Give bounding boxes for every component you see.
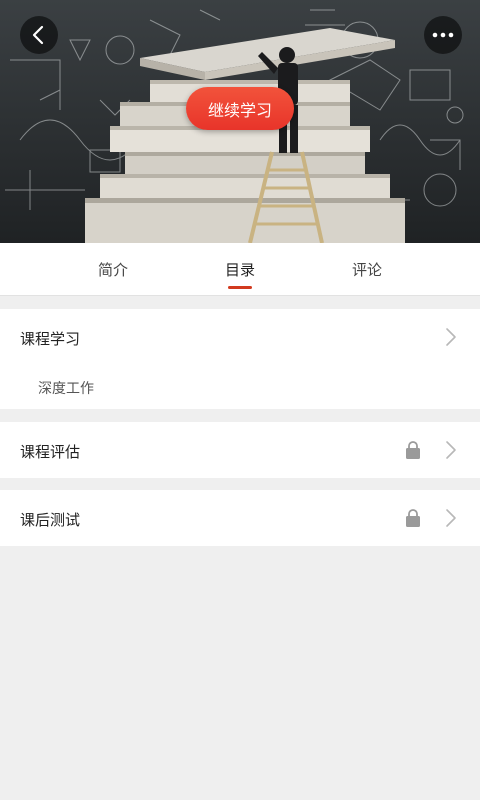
- continue-learning-button[interactable]: 继续学习: [186, 87, 294, 130]
- post-test-title: 课后测试: [20, 511, 81, 529]
- course-study-title: 课程学习: [20, 330, 81, 348]
- lesson-item[interactable]: 深度工作: [0, 365, 480, 409]
- active-tab-indicator: [228, 286, 252, 289]
- post-test-row[interactable]: 课后测试: [0, 490, 480, 546]
- course-study-row[interactable]: 课程学习: [0, 309, 480, 365]
- tab-comments[interactable]: 评论: [317, 243, 417, 295]
- course-cover-banner: 继续学习: [0, 0, 480, 243]
- tab-catalog-label: 目录: [224, 260, 255, 279]
- tab-catalog[interactable]: 目录: [190, 243, 290, 295]
- course-eval-title: 课程评估: [20, 443, 81, 461]
- more-dots-icon: [432, 32, 454, 38]
- tab-intro[interactable]: 简介: [63, 243, 163, 295]
- chevron-right-icon: [446, 441, 456, 459]
- course-study-section: 课程学习 深度工作: [0, 309, 480, 409]
- lock-icon: [406, 441, 420, 459]
- course-eval-row[interactable]: 课程评估: [0, 422, 480, 478]
- more-button[interactable]: [424, 16, 462, 54]
- chevron-left-icon: [32, 25, 44, 45]
- tab-bar: 简介 目录 评论: [0, 243, 480, 296]
- chevron-right-icon: [446, 509, 456, 527]
- chevron-right-icon: [446, 328, 456, 346]
- lesson-item-label: 深度工作: [38, 381, 94, 397]
- lock-icon: [406, 509, 420, 527]
- back-button[interactable]: [20, 16, 58, 54]
